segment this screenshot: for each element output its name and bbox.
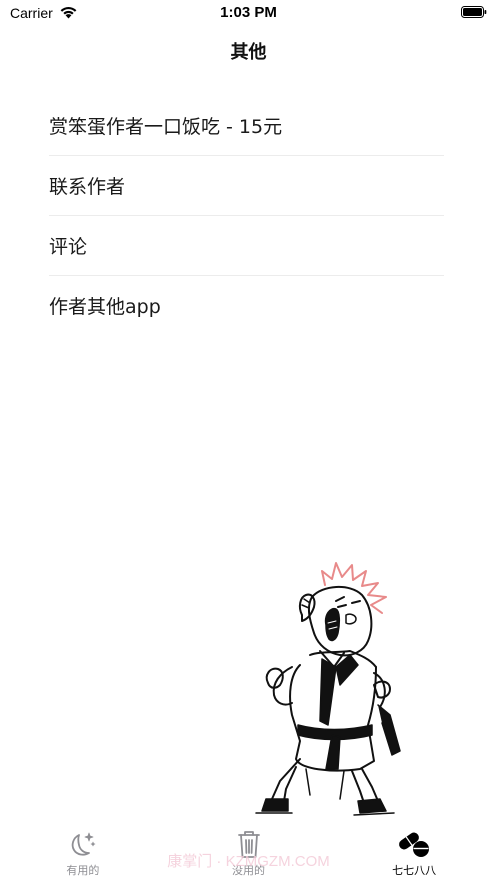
tab-miscellaneous[interactable]: 七七八八 (331, 825, 497, 883)
battery-icon (461, 6, 487, 18)
tab-miscellaneous-label: 七七八八 (392, 864, 437, 877)
pills-icon (399, 832, 430, 857)
menu-item-comment[interactable]: 评论 (49, 216, 444, 276)
tab-useful-label: 有用的 (66, 864, 100, 877)
tab-useful[interactable]: 有用的 (0, 825, 166, 883)
menu-item-donate[interactable]: 赏笨蛋作者一口饭吃 - 15元 (49, 96, 444, 156)
menu-item-contact-author[interactable]: 联系作者 (49, 156, 444, 216)
status-bar: Carrier 1:03 PM (0, 0, 497, 26)
tab-useless[interactable]: 没用的 (166, 825, 332, 883)
tab-useless-label: 没用的 (232, 864, 265, 877)
page-title: 其他 (230, 42, 267, 63)
status-time: 1:03 PM (220, 4, 277, 21)
menu-item-other-apps[interactable]: 作者其他app (49, 276, 444, 335)
menu-list: 赏笨蛋作者一口饭吃 - 15元 联系作者 评论 作者其他app (49, 96, 444, 335)
tab-bar: 有用的 没用的 七七八八 康掌门 · KZMGZM.COM (0, 825, 497, 883)
cartoon-character-illustration (255, 562, 401, 816)
trash-icon (237, 831, 260, 858)
moon-stars-icon (71, 832, 96, 856)
